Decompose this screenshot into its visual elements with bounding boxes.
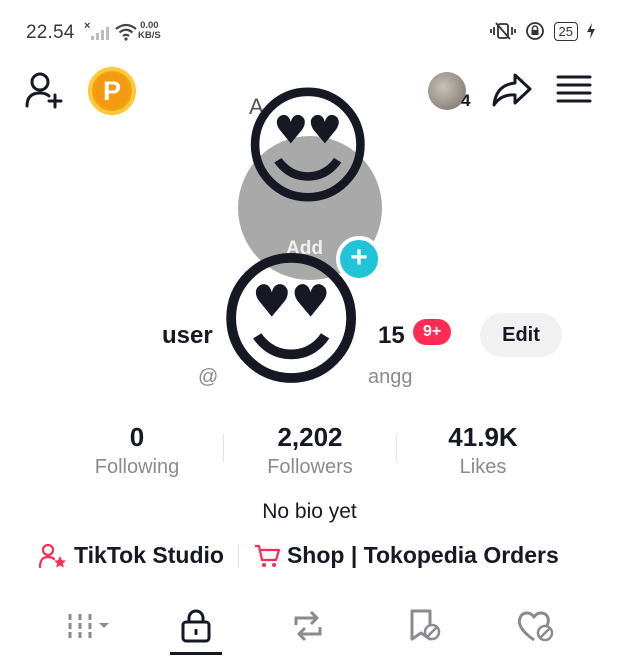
- stat-value: 2,202: [277, 422, 343, 452]
- speed-unit: KB/S: [138, 30, 161, 41]
- divider: [237, 543, 239, 568]
- wifi-icon: [115, 23, 137, 41]
- status-right: 25: [489, 21, 595, 41]
- network-speed: 0.00 KB/S: [138, 21, 161, 41]
- battery-level: 25: [553, 21, 578, 41]
- stat-value: 0: [129, 422, 145, 452]
- stat-value: 41.9K: [448, 422, 518, 452]
- avatar-count: 4: [461, 91, 471, 110]
- repost-icon: [294, 610, 322, 642]
- coin-button[interactable]: P: [88, 67, 136, 115]
- username-end: 15: [378, 322, 405, 349]
- stat-following[interactable]: 0 Following: [62, 422, 212, 479]
- charging-icon: [587, 23, 595, 39]
- stat-label: Likes: [459, 456, 507, 478]
- lock-rotation-icon: [525, 22, 544, 40]
- tab-favorites[interactable]: [394, 606, 454, 646]
- person-plus-icon[interactable]: [24, 71, 64, 109]
- videos-grid-icon: [68, 614, 109, 638]
- share-arrow-icon[interactable]: [491, 72, 533, 108]
- notification-badge[interactable]: 9+: [413, 319, 452, 345]
- divider: [223, 434, 224, 462]
- stat-likes[interactable]: 41.9K Likes: [408, 422, 558, 479]
- hamburger-menu-icon[interactable]: [556, 74, 592, 106]
- handle-end: angg: [368, 366, 413, 388]
- status-time: 22.54: [26, 22, 75, 43]
- stat-followers[interactable]: 2,202 Followers: [235, 422, 385, 479]
- tab-private[interactable]: [166, 606, 226, 646]
- active-tab-indicator: [170, 652, 222, 655]
- heart-eyes-emoji-sticker: 😍: [240, 74, 376, 220]
- liked-icon: [517, 611, 554, 642]
- favorites-icon: [410, 609, 441, 641]
- stat-label: Following: [94, 456, 180, 478]
- tab-videos[interactable]: [58, 606, 118, 646]
- cellular-signal-icon: [91, 26, 109, 40]
- divider: [396, 434, 397, 462]
- vibrate-icon: [489, 22, 516, 40]
- cart-icon: [254, 544, 281, 567]
- tab-liked[interactable]: [506, 606, 566, 646]
- tiktok-studio-link[interactable]: TikTok Studio: [74, 542, 224, 569]
- shop-orders-link[interactable]: Shop | Tokopedia Orders: [287, 542, 559, 569]
- heart-eyes-emoji-sticker: 😍: [214, 239, 369, 404]
- bio-text[interactable]: No bio yet: [0, 500, 619, 524]
- edit-profile-button[interactable]: Edit: [480, 313, 562, 357]
- no-signal-icon: ×: [84, 20, 91, 32]
- username-start: user: [162, 322, 213, 349]
- tab-reposts[interactable]: [278, 606, 338, 646]
- lock-icon: [181, 609, 211, 643]
- coin-label: P: [95, 74, 129, 108]
- studio-person-star-icon: [38, 543, 66, 568]
- profile-links: TikTok Studio Shop | Tokopedia Orders: [38, 542, 559, 569]
- stat-label: Followers: [267, 456, 353, 478]
